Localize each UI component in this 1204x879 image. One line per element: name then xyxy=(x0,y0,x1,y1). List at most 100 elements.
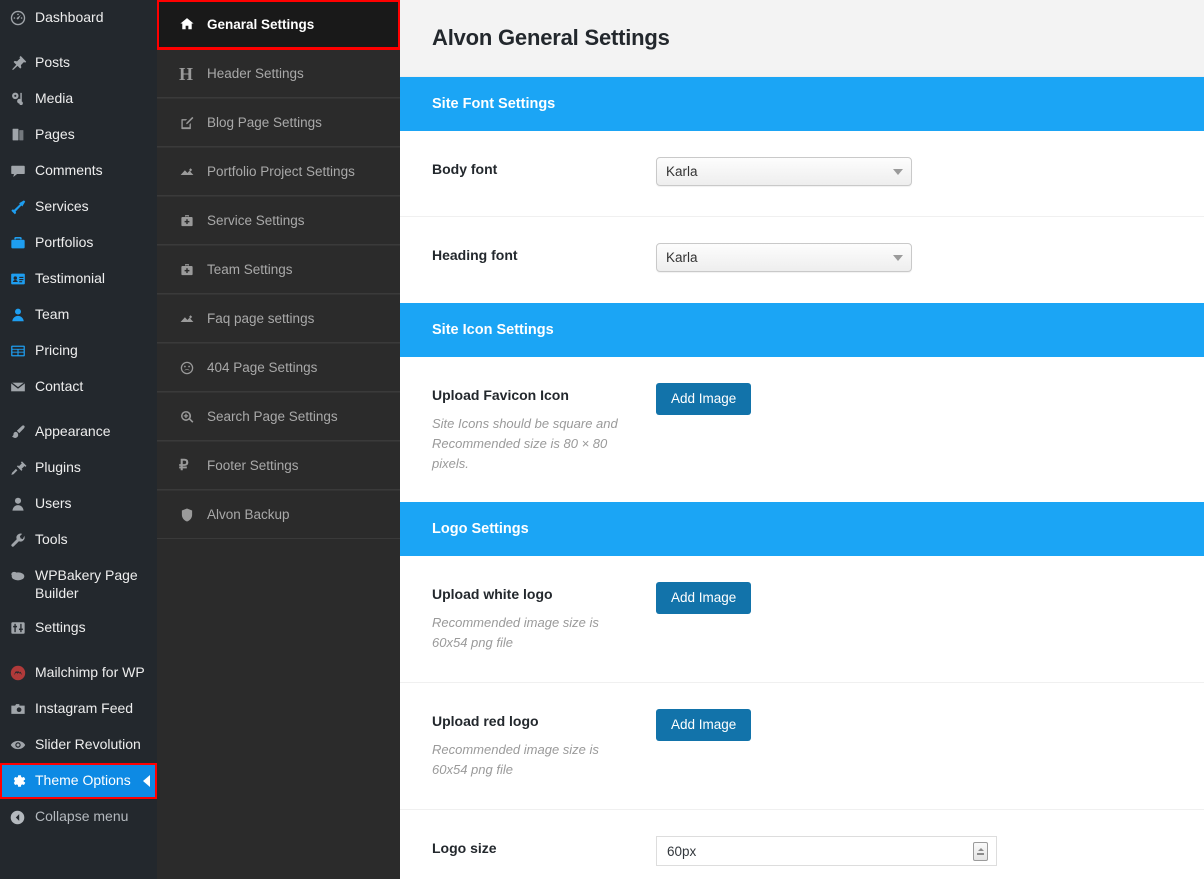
section-header-site-icon: Site Icon Settings xyxy=(400,303,1204,357)
sidebar-item-label: Settings xyxy=(35,619,86,635)
sidebar-item-label: Slider Revolution xyxy=(35,736,141,752)
sidebar-item-appearance[interactable]: Appearance xyxy=(0,414,157,450)
sidebar-item-posts[interactable]: Posts xyxy=(0,45,157,81)
optnav-item-service-settings[interactable]: Service Settings xyxy=(157,196,400,245)
add-image-button-red-logo[interactable]: Add Image xyxy=(656,709,752,741)
briefcase-medical-icon xyxy=(179,262,207,278)
field-label: Heading font xyxy=(432,247,518,263)
home-icon xyxy=(179,16,207,32)
pin-icon xyxy=(9,53,35,73)
add-image-button-white-logo[interactable]: Add Image xyxy=(656,582,752,614)
sidebar-item-label: Plugins xyxy=(35,459,81,475)
media-icon xyxy=(9,89,35,109)
sidebar-item-mailchimp-for-wp[interactable]: Mailchimp for WP xyxy=(0,655,157,691)
sidebar-item-media[interactable]: Media xyxy=(0,81,157,117)
sidebar-item-contact[interactable]: Contact xyxy=(0,369,157,405)
optnav-item-genaral-settings[interactable]: Genaral Settings xyxy=(157,0,400,50)
optnav-item-label: Team Settings xyxy=(207,262,293,277)
field-label: Body font xyxy=(432,161,498,177)
sidebar-item-label: Services xyxy=(35,198,89,214)
field-control: Add Image xyxy=(656,582,1172,656)
wrench-icon xyxy=(9,530,35,550)
sidebar-item-slider-revolution[interactable]: Slider Revolution xyxy=(0,727,157,763)
optnav-item-404-page-settings[interactable]: 404 Page Settings xyxy=(157,343,400,392)
sidebar-item-label: Contact xyxy=(35,378,84,394)
optnav-item-alvon-backup[interactable]: Alvon Backup xyxy=(157,490,400,539)
sidebar-item-label: Instagram Feed xyxy=(35,700,134,716)
sidebar-item-dashboard[interactable]: Dashboard xyxy=(0,0,157,36)
field-upload-favicon: Upload Favicon Icon Site Icons should be… xyxy=(400,357,1204,502)
sidebar-item-wpbakery-page-builder[interactable]: WPBakery Page Builder xyxy=(0,558,157,610)
gear-icon xyxy=(9,771,35,791)
body-font-select[interactable]: Karla xyxy=(656,157,912,186)
sidebar-item-label: Appearance xyxy=(35,423,111,439)
field-control: Add Image xyxy=(656,383,1172,476)
mountain-icon xyxy=(179,164,207,180)
optnav-item-portfolio-project-settings[interactable]: Portfolio Project Settings xyxy=(157,147,400,196)
field-label-wrap: Body font xyxy=(432,157,656,190)
field-control: Karla xyxy=(656,157,1172,190)
field-label-wrap: Upload Favicon Icon Site Icons should be… xyxy=(432,383,656,476)
optnav-item-label: Header Settings xyxy=(207,66,304,81)
sidebar-item-settings[interactable]: Settings xyxy=(0,610,157,646)
mountain-icon xyxy=(179,311,207,327)
chevron-down-icon xyxy=(893,168,903,175)
quantity-stepper[interactable] xyxy=(973,841,988,861)
table-icon xyxy=(9,341,35,361)
sidebar-item-team[interactable]: Team xyxy=(0,297,157,333)
optnav-item-label: Search Page Settings xyxy=(207,409,338,424)
sidebar-item-comments[interactable]: Comments xyxy=(0,153,157,189)
field-body-font: Body font Karla xyxy=(400,131,1204,217)
add-image-button-favicon[interactable]: Add Image xyxy=(656,383,752,415)
sidebar-item-pricing[interactable]: Pricing xyxy=(0,333,157,369)
field-label-wrap: Upload white logo Recommended image size… xyxy=(432,582,656,656)
optnav-item-blog-page-settings[interactable]: Blog Page Settings xyxy=(157,98,400,147)
optnav-item-search-page-settings[interactable]: Search Page Settings xyxy=(157,392,400,441)
optnav-item-label: Service Settings xyxy=(207,213,305,228)
heading-font-select[interactable]: Karla xyxy=(656,243,912,272)
optnav-item-footer-settings[interactable]: ₽ Footer Settings xyxy=(157,441,400,490)
sidebar-item-portfolios[interactable]: Portfolios xyxy=(0,225,157,261)
person-icon xyxy=(9,305,35,325)
wpbakery-icon xyxy=(9,566,35,586)
optnav-item-team-settings[interactable]: Team Settings xyxy=(157,245,400,294)
field-label-wrap: Logo size xyxy=(432,836,656,870)
optnav-item-label: Blog Page Settings xyxy=(207,115,322,130)
shield-icon xyxy=(179,507,207,523)
optnav-item-faq-page-settings[interactable]: Faq page settings xyxy=(157,294,400,343)
sidebar-item-label: Team xyxy=(35,306,70,322)
sidebar-item-theme-options[interactable]: Theme Options xyxy=(0,763,157,799)
body-font-value: Karla xyxy=(666,164,698,179)
letter-h-icon: H xyxy=(179,63,194,84)
sidebar-item-label: Users xyxy=(35,495,72,511)
chevron-down-icon xyxy=(893,254,903,261)
sidebar-item-label: Testimonial xyxy=(35,270,106,286)
sidebar-item-label: Media xyxy=(35,90,74,106)
theme-options-nav: Genaral Settings H Header Settings Blog Pag… xyxy=(157,0,400,879)
settings-content: Alvon General Settings Site Font Setting… xyxy=(400,0,1204,879)
sidebar-item-tools[interactable]: Tools xyxy=(0,522,157,558)
sidebar-item-label: Tools xyxy=(35,531,68,547)
field-control: Karla xyxy=(656,243,1172,277)
sidebar-divider xyxy=(0,405,157,414)
field-upload-red-logo: Upload red logo Recommended image size i… xyxy=(400,683,1204,810)
sidebar-item-pages[interactable]: Pages xyxy=(0,117,157,153)
field-control: Add Image xyxy=(656,709,1172,783)
sidebar-item-users[interactable]: Users xyxy=(0,486,157,522)
slider-revolution-icon xyxy=(9,735,35,755)
optnav-item-label: Faq page settings xyxy=(207,311,315,326)
field-control: 60px xyxy=(656,836,1172,870)
sidebar-item-label: Mailchimp for WP xyxy=(35,664,145,680)
sidebar-item-instagram-feed[interactable]: Instagram Feed xyxy=(0,691,157,727)
optnav-item-header-settings[interactable]: H Header Settings xyxy=(157,49,400,98)
logo-size-input[interactable]: 60px xyxy=(656,836,997,866)
sidebar-item-services[interactable]: Services xyxy=(0,189,157,225)
sidebar-item-plugins[interactable]: Plugins xyxy=(0,450,157,486)
hammer-icon xyxy=(9,197,35,217)
sidebar-item-collapse-menu[interactable]: Collapse menu xyxy=(0,799,157,835)
field-description: Site Icons should be square and Recommen… xyxy=(432,416,618,471)
page-title: Alvon General Settings xyxy=(432,25,670,50)
envelope-icon xyxy=(9,377,35,397)
sidebar-item-label: Comments xyxy=(35,162,103,178)
sidebar-item-testimonial[interactable]: Testimonial xyxy=(0,261,157,297)
